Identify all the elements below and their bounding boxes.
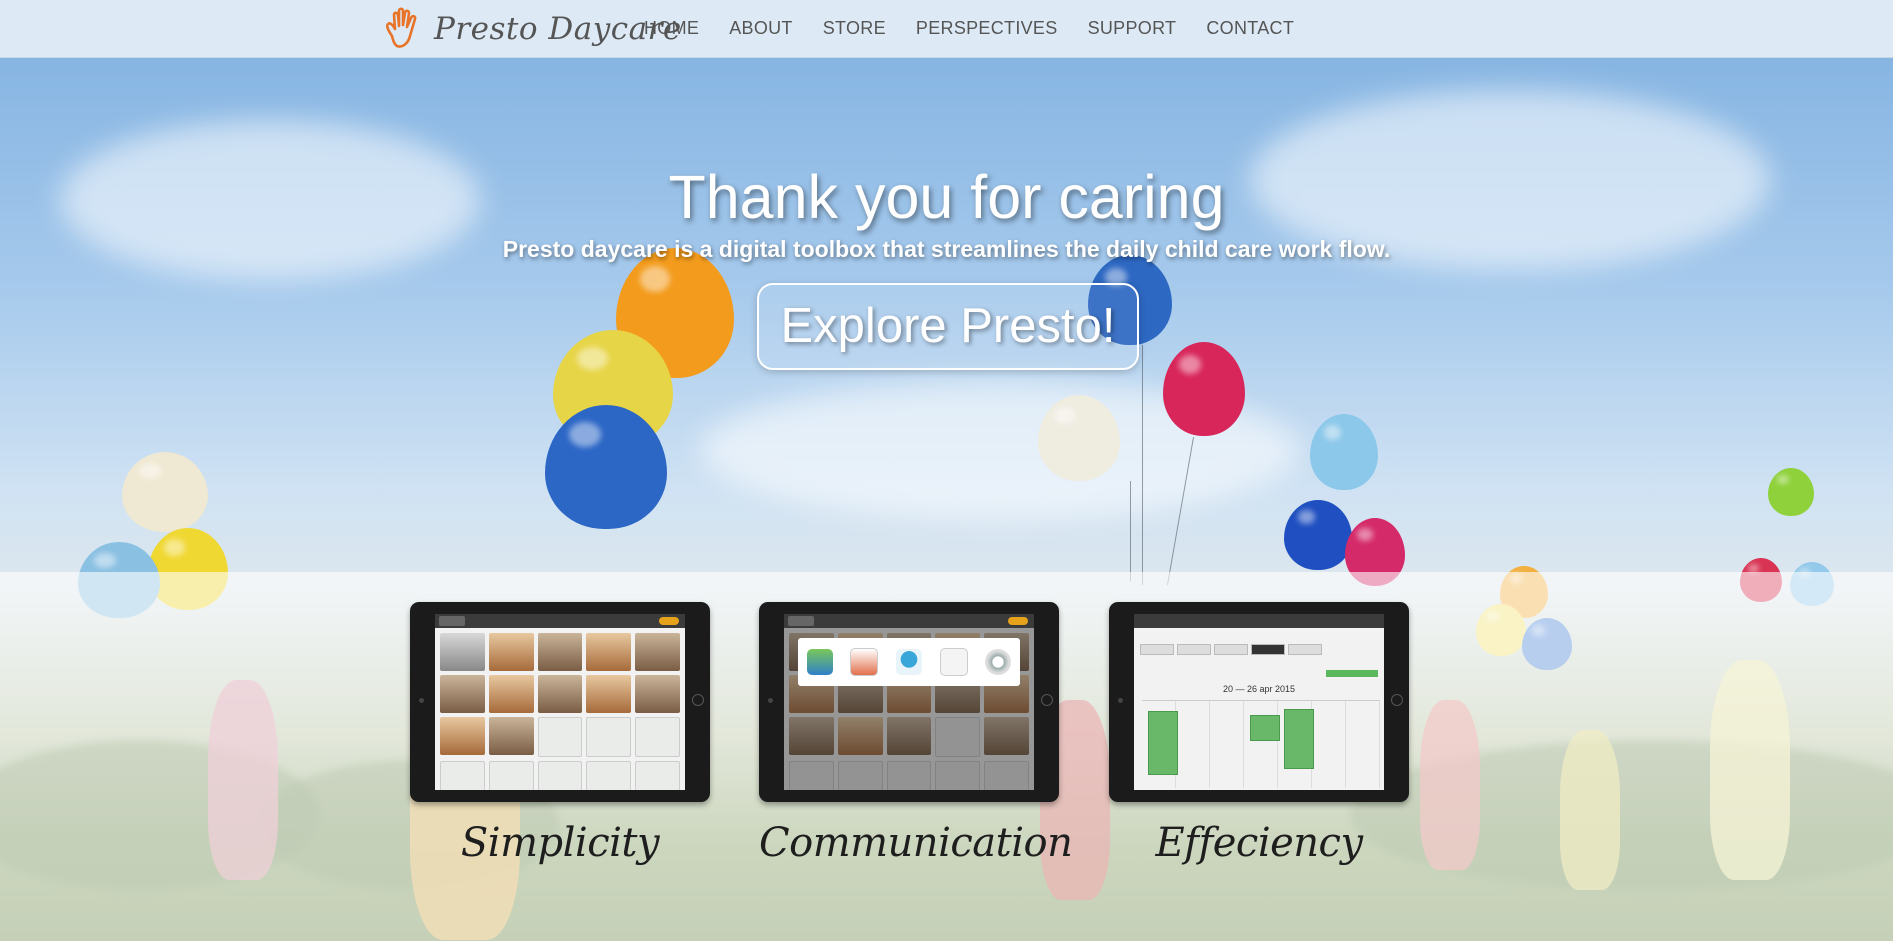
tablet-home-button [692,694,704,706]
hero-subtitle: Presto daycare is a digital toolbox that… [502,236,1391,262]
hand-icon [385,7,417,48]
nav-contact[interactable]: CONTACT [1206,18,1294,39]
calendar-icon [850,648,879,676]
tablet-simplicity[interactable] [410,602,710,802]
calendar-tabs [1134,644,1384,655]
child-photo-grid [435,628,685,790]
calendar-event [1148,711,1178,775]
tablet-camera [419,698,424,703]
explore-presto-button[interactable]: Explore Presto! [757,283,1139,370]
nav-store[interactable]: STORE [823,18,886,39]
nav-support[interactable]: SUPPORT [1088,18,1177,39]
user-icon [895,649,922,675]
tablet-camera [768,698,773,703]
brand-logo[interactable]: Presto Daycare [382,4,682,54]
app-menu-popup [798,638,1020,686]
top-navbar: Presto Daycare HOME ABOUT STORE PERSPECT… [0,0,1893,58]
calendar-event [1250,715,1280,741]
tablet-screen [784,614,1034,790]
balloon [1768,468,1814,516]
main-nav: HOME ABOUT STORE PERSPECTIVES SUPPORT CO… [644,18,1324,39]
calendar-event [1284,709,1314,769]
calendar-date-range: 20 — 26 apr 2015 [1222,684,1296,694]
nav-home[interactable]: HOME [644,18,699,39]
nav-perspectives[interactable]: PERSPECTIVES [916,18,1058,39]
feature-simplicity: Simplicity [460,820,660,866]
tablet-screen [435,614,685,790]
app-toolbar [1134,614,1384,628]
settings-icon [985,649,1012,675]
calendar-action [1326,670,1378,677]
tablet-home-button [1391,694,1403,706]
feature-communication: Communication [759,820,1073,866]
balloon [1038,395,1120,481]
balloon [1284,500,1352,570]
calendar-week-grid [1142,700,1380,788]
hero-title: Thank you for caring [668,163,1225,231]
feature-effeciency: Effeciency [1155,820,1363,866]
document-icon [939,648,968,676]
tablet-home-button [1041,694,1053,706]
balloon-string [1142,345,1143,585]
app-toolbar [435,614,685,628]
tablet-camera [1118,698,1123,703]
balloon [1163,342,1245,436]
tablet-effeciency[interactable]: 20 — 26 apr 2015 [1109,602,1409,802]
balloon [1310,414,1378,490]
people-icon [806,649,833,675]
app-toolbar [784,614,1034,628]
balloon-string [1130,481,1131,581]
balloon [122,452,208,532]
balloon [545,405,667,529]
tablet-screen: 20 — 26 apr 2015 [1134,614,1384,790]
tablet-communication[interactable] [759,602,1059,802]
calendar-owner [1134,628,1384,644]
nav-about[interactable]: ABOUT [729,18,793,39]
